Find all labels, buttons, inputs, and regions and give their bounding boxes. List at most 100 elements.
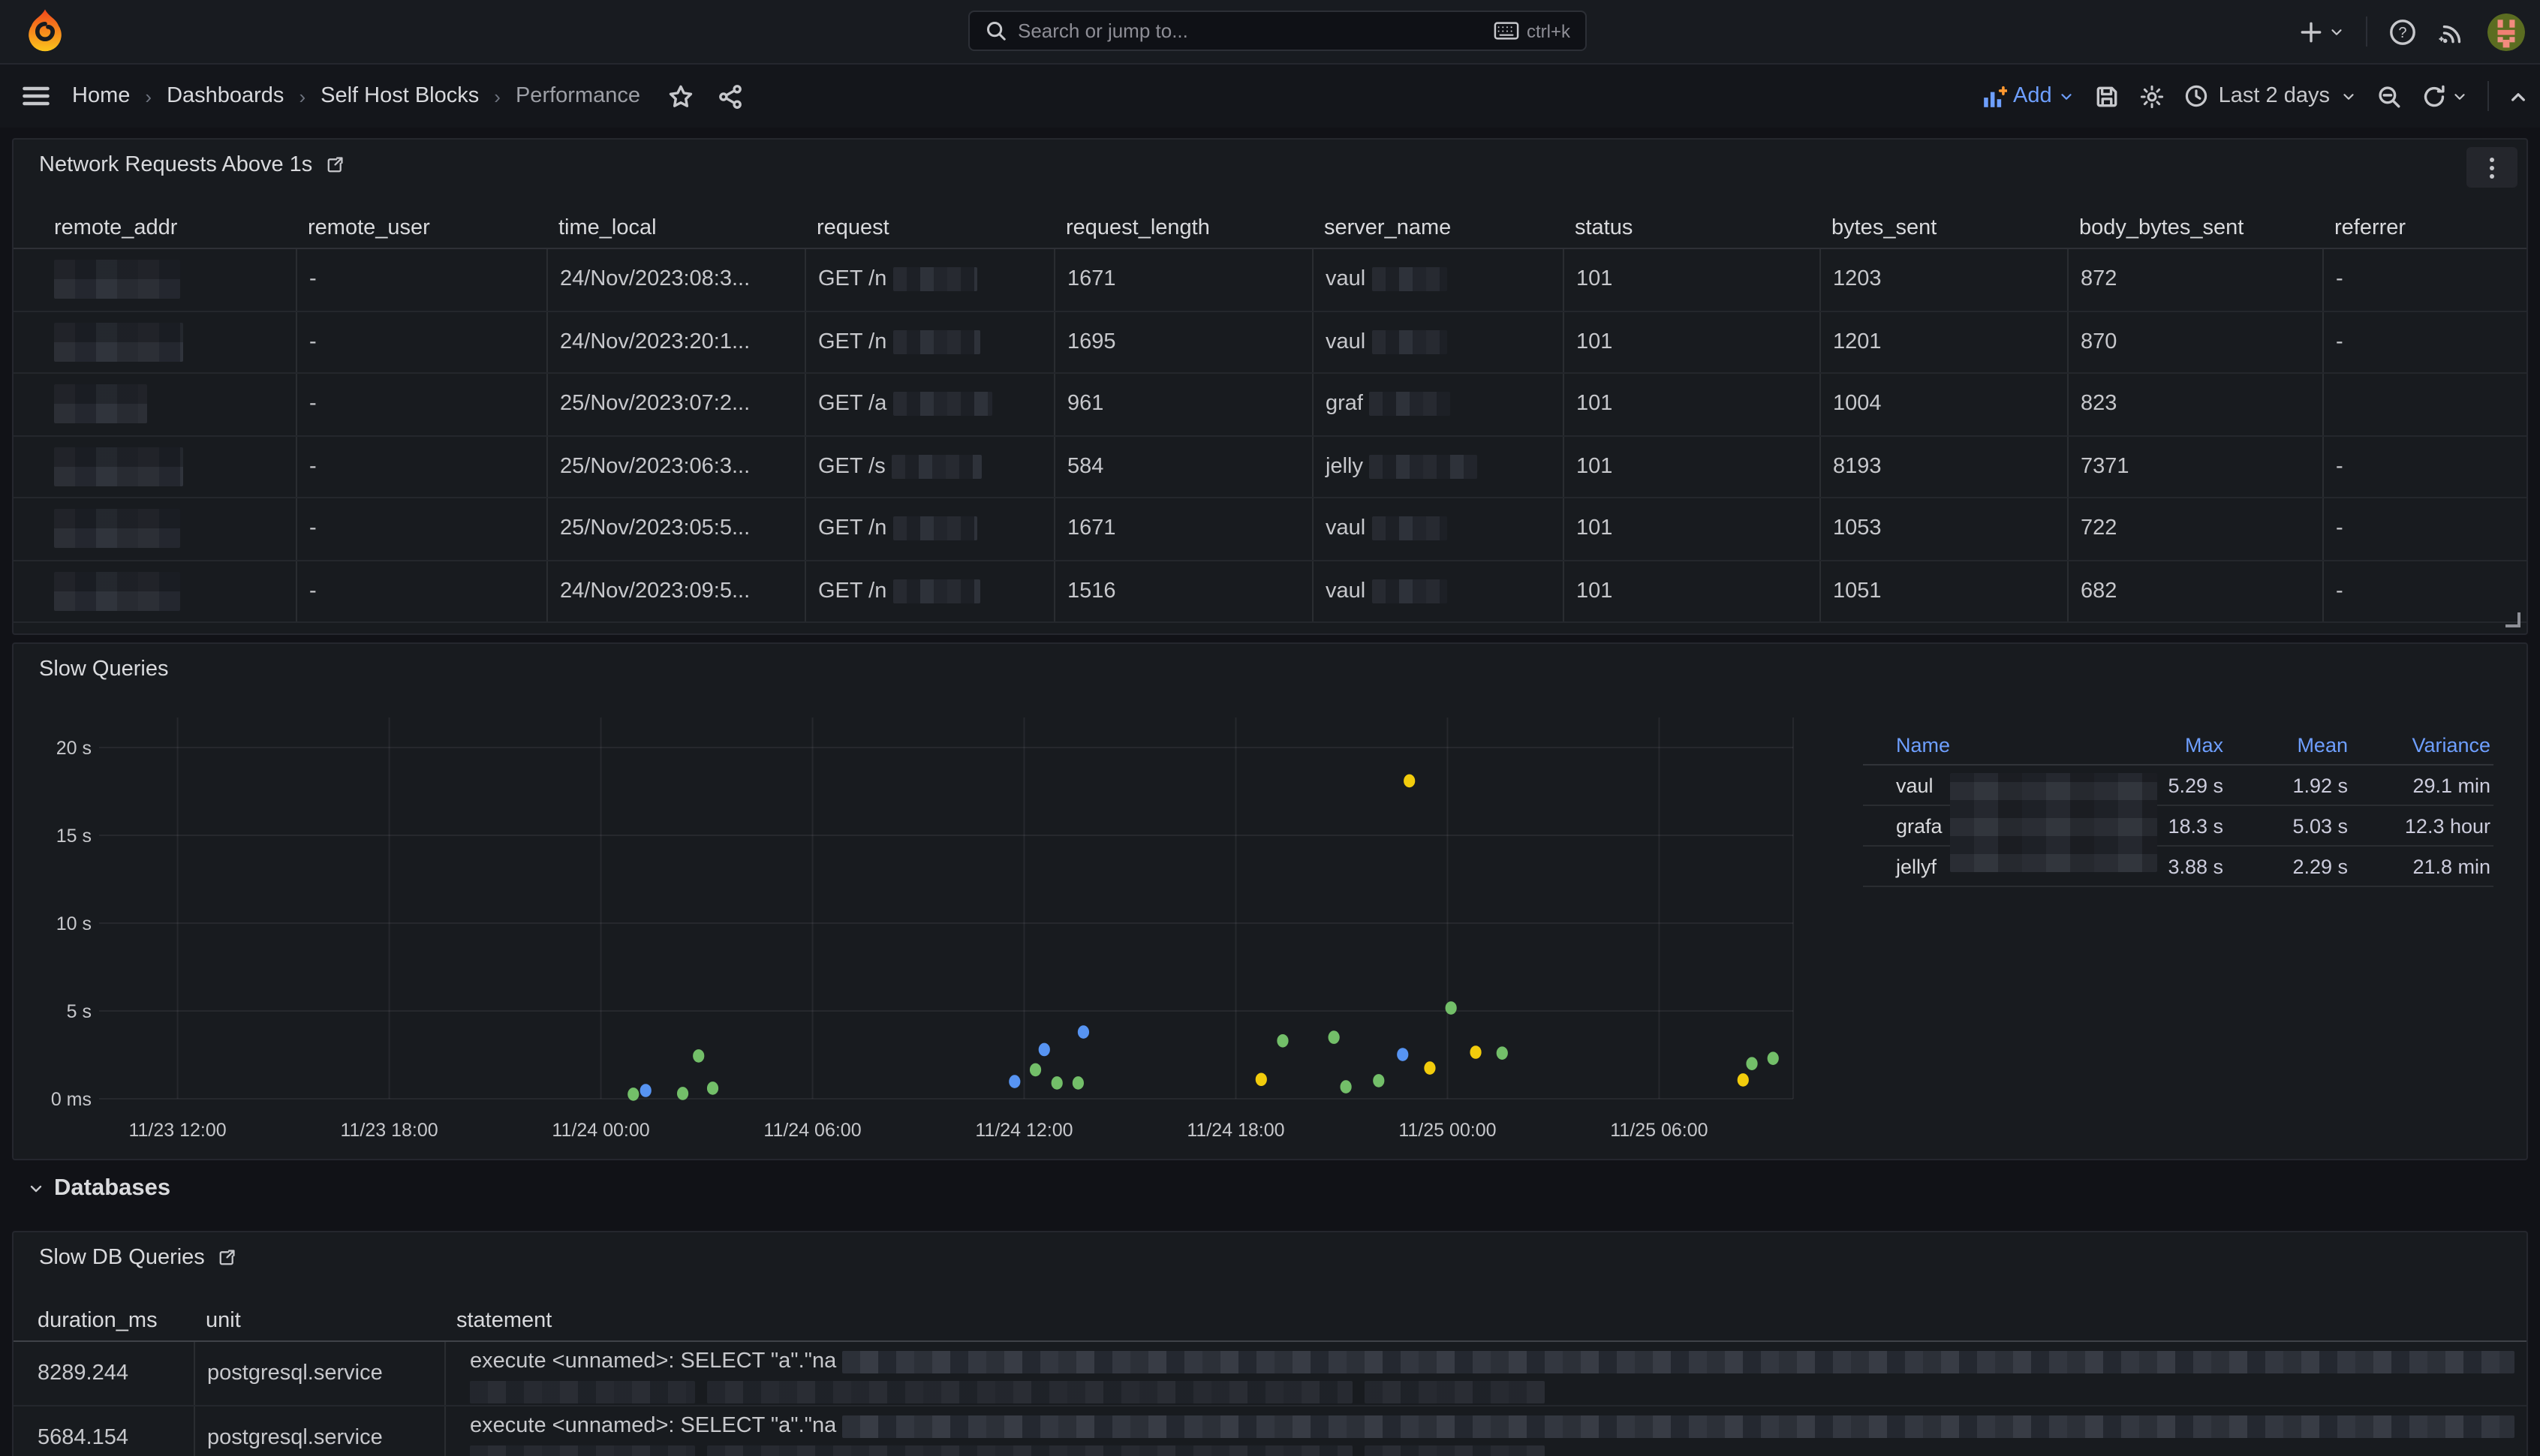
column-header-status[interactable]: status — [1563, 209, 1819, 248]
cell-request-length: 1516 — [1054, 561, 1312, 621]
cell-remote-addr — [14, 498, 296, 559]
table-row: -25/Nov/2023:05:5...GET /n1671vaul101105… — [14, 498, 2526, 561]
section-databases[interactable]: Databases — [27, 1175, 170, 1202]
scatter-point-vaul[interactable] — [1746, 1057, 1757, 1070]
dashboard-settings-button[interactable] — [2139, 83, 2165, 109]
scatter-point-vaul[interactable] — [1052, 1076, 1063, 1090]
column-header-referrer[interactable]: referrer — [2322, 209, 2526, 248]
legend-header-variance[interactable]: Variance — [2348, 733, 2490, 756]
add-panel-icon — [1982, 83, 2007, 109]
column-header-duration[interactable]: duration_ms — [14, 1301, 194, 1340]
scatter-point-vaul[interactable] — [1329, 1030, 1340, 1044]
cell-server-name: vaul — [1312, 498, 1563, 559]
column-header-remote_user[interactable]: remote_user — [296, 209, 546, 248]
scatter-point-vaul[interactable] — [1768, 1051, 1779, 1065]
breadcrumb-dashboards[interactable]: Dashboards — [167, 84, 284, 108]
panel-title[interactable]: Network Requests Above 1s — [39, 153, 312, 177]
slow-queries-scatter-chart[interactable]: 0 ms5 s10 s15 s20 s11/23 12:0011/23 18:0… — [14, 644, 1815, 1148]
redacted-block — [54, 260, 180, 299]
cell-status: 101 — [1563, 436, 1819, 497]
time-range-picker[interactable]: Last 2 days — [2184, 84, 2357, 108]
column-header-unit[interactable]: unit — [194, 1301, 444, 1340]
cell-referrer: - — [2322, 436, 2526, 497]
scatter-point-grafa[interactable] — [1738, 1073, 1749, 1087]
new-button[interactable] — [2298, 19, 2345, 44]
favorite-star-icon[interactable] — [667, 83, 693, 109]
external-link-icon[interactable] — [217, 1247, 238, 1268]
cell-referrer — [2322, 374, 2526, 435]
scatter-point-jellyf[interactable] — [640, 1084, 652, 1097]
column-header-server_name[interactable]: server_name — [1312, 209, 1563, 248]
scatter-point-vaul[interactable] — [677, 1087, 688, 1100]
scatter-point-jellyf[interactable] — [1039, 1043, 1050, 1057]
cell-server-name: vaul — [1312, 311, 1563, 372]
scatter-point-vaul[interactable] — [1030, 1063, 1041, 1077]
cell-bytes-sent: 1004 — [1819, 374, 2067, 435]
legend-header-mean[interactable]: Mean — [2223, 733, 2348, 756]
column-header-remote_addr[interactable]: remote_addr — [14, 209, 296, 248]
cell-bytes-sent: 1201 — [1819, 311, 2067, 372]
scatter-point-vaul[interactable] — [1497, 1046, 1508, 1060]
scatter-point-jellyf[interactable] — [1009, 1075, 1020, 1088]
scatter-point-grafa[interactable] — [1256, 1072, 1267, 1086]
column-header-request_length[interactable]: request_length — [1054, 209, 1312, 248]
help-icon[interactable]: ? — [2388, 17, 2417, 46]
save-dashboard-button[interactable] — [2094, 83, 2120, 109]
panel-menu-button[interactable] — [2466, 147, 2517, 188]
column-header-request[interactable]: request — [805, 209, 1054, 248]
legend-header-max[interactable]: Max — [2121, 733, 2223, 756]
column-header-bytes_sent[interactable]: bytes_sent — [1819, 209, 2067, 248]
scatter-point-jellyf[interactable] — [1397, 1048, 1408, 1061]
grafana-logo-icon[interactable] — [21, 8, 69, 56]
column-header-statement[interactable]: statement — [444, 1301, 2526, 1340]
cell-remote-user: - — [296, 374, 546, 435]
divider — [2487, 81, 2489, 111]
panel-resize-handle[interactable] — [2505, 612, 2520, 627]
scatter-point-vaul[interactable] — [1373, 1074, 1384, 1087]
cell-referrer: - — [2322, 311, 2526, 372]
cell-status: 101 — [1563, 249, 1819, 310]
cell-remote-addr — [14, 561, 296, 621]
user-avatar[interactable] — [2487, 13, 2525, 50]
scatter-point-grafa[interactable] — [1470, 1045, 1481, 1059]
x-axis-label: 11/23 18:00 — [340, 1120, 438, 1141]
column-header-body_bytes_sent[interactable]: body_bytes_sent — [2067, 209, 2322, 248]
column-header-time_local[interactable]: time_local — [546, 209, 805, 248]
collapse-toolbar-icon[interactable] — [2508, 86, 2528, 106]
news-rss-icon[interactable] — [2438, 17, 2466, 46]
redacted-block — [54, 572, 180, 611]
zoom-out-time-button[interactable] — [2376, 83, 2402, 109]
scatter-point-vaul[interactable] — [707, 1081, 718, 1095]
scatter-point-vaul[interactable] — [1340, 1080, 1351, 1094]
menu-toggle-icon[interactable] — [21, 81, 51, 111]
refresh-button[interactable] — [2421, 83, 2468, 109]
legend-mean: 1.92 s — [2223, 774, 2348, 796]
table-row: 8289.244postgresql.serviceexecute <unnam… — [14, 1342, 2526, 1406]
scatter-point-vaul[interactable] — [1446, 1001, 1457, 1015]
scatter-point-vaul[interactable] — [1277, 1034, 1288, 1048]
redacted-block — [1369, 393, 1450, 417]
add-button[interactable]: Add — [1982, 83, 2075, 109]
scatter-point-vaul[interactable] — [1073, 1076, 1084, 1090]
redacted-block — [892, 517, 977, 541]
cell-remote-user: - — [296, 498, 546, 559]
search-input[interactable]: Search or jump to... ctrl+k — [968, 11, 1587, 51]
legend-header-name[interactable]: Name — [1896, 733, 2121, 756]
panel-slow-queries: Slow Queries 0 ms5 s10 s15 s20 s11/23 12… — [12, 642, 2528, 1160]
scatter-point-vaul[interactable] — [627, 1087, 639, 1101]
cell-time-local: 24/Nov/2023:20:1... — [546, 311, 805, 372]
cell-remote-user: - — [296, 436, 546, 497]
scatter-point-jellyf[interactable] — [1078, 1025, 1089, 1039]
cell-time-local: 24/Nov/2023:08:3... — [546, 249, 805, 310]
breadcrumb-home[interactable]: Home — [72, 84, 130, 108]
scatter-point-grafa[interactable] — [1404, 775, 1415, 788]
breadcrumb-folder[interactable]: Self Host Blocks — [321, 84, 479, 108]
y-axis-label: 0 ms — [51, 1089, 92, 1110]
cell-unit: postgresql.service — [194, 1406, 444, 1456]
share-icon[interactable] — [717, 83, 742, 109]
scatter-point-vaul[interactable] — [693, 1049, 704, 1063]
scatter-point-grafa[interactable] — [1424, 1061, 1435, 1075]
panel-title[interactable]: Slow DB Queries — [39, 1246, 205, 1270]
cell-request-length: 1695 — [1054, 311, 1312, 372]
external-link-icon[interactable] — [324, 155, 345, 176]
